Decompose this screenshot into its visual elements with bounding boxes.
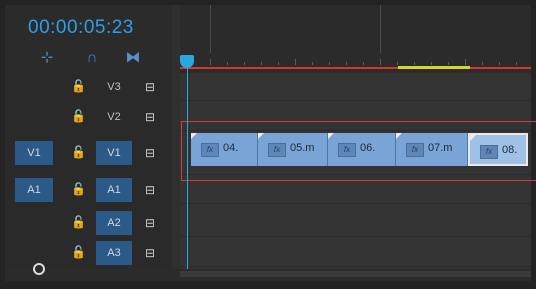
track-headers: 🔓 V3 ⊟ 🔓 V2 ⊟ V1 🔓 V1 ⊟ A1 🔓 A1 ⊟ 🔓 A2 ⊟… [5, 73, 172, 269]
work-area-bar[interactable] [398, 66, 470, 69]
ruler-tick [261, 62, 262, 65]
track-header-a1: A1 🔓 A1 ⊟ [5, 176, 172, 204]
lock-icon[interactable]: 🔓 [71, 245, 86, 259]
ruler-tick [448, 62, 449, 65]
lock-icon[interactable]: 🔓 [71, 79, 86, 93]
track-target-a1[interactable]: A1 [96, 178, 132, 202]
selection-highlight-outline [181, 121, 536, 181]
ruler-tick [363, 62, 364, 65]
track-output-icon[interactable]: ⊟ [145, 146, 155, 160]
track-header-a2: 🔓 A2 ⊟ [5, 209, 172, 237]
track-output-icon[interactable]: ⊟ [145, 183, 155, 197]
ruler-tick [278, 62, 279, 65]
ruler-tick [482, 62, 483, 65]
lock-icon[interactable]: 🔓 [71, 109, 86, 123]
track-lane-a3[interactable] [180, 239, 531, 267]
snap-tool-icon[interactable]: ⊹ [37, 49, 57, 67]
ruler-tick [516, 62, 517, 65]
timeline-header: 00:00:05:23 ⊹ ∩ ⧓ [5, 5, 172, 73]
ruler-tick [244, 62, 245, 65]
lock-icon[interactable]: 🔓 [71, 215, 86, 229]
ruler-major-tick [380, 5, 381, 53]
track-target-v2[interactable]: V2 [96, 105, 132, 129]
track-output-icon[interactable]: ⊟ [145, 80, 155, 94]
source-patch-a1[interactable]: A1 [15, 178, 53, 202]
ruler-tick [431, 62, 432, 65]
track-output-icon[interactable]: ⊟ [145, 110, 155, 124]
timeline-panel: 00:00:05:23 ⊹ ∩ ⧓ 🔓 V3 ⊟ 🔓 V2 ⊟ V1 🔓 V1 … [5, 5, 536, 281]
track-output-icon[interactable]: ⊟ [145, 216, 155, 230]
lock-icon[interactable]: 🔓 [71, 182, 86, 196]
track-target-v1[interactable]: V1 [96, 141, 132, 165]
zoom-slider-knob[interactable] [33, 263, 45, 275]
track-target-a2[interactable]: A2 [96, 211, 132, 235]
ruler-tick [329, 62, 330, 65]
in-out-range-bar[interactable] [180, 67, 531, 69]
ruler-tick [397, 62, 398, 65]
ruler-tick [210, 59, 211, 65]
time-ruler[interactable] [180, 5, 531, 73]
ruler-tick [414, 62, 415, 65]
ruler-tick [499, 62, 500, 65]
track-header-v1: V1 🔓 V1 ⊟ [5, 139, 172, 167]
lock-icon[interactable]: 🔓 [71, 145, 86, 159]
track-header-v2: 🔓 V2 ⊟ [5, 103, 172, 131]
ruler-tick [465, 59, 466, 65]
linked-selection-icon[interactable]: ⧓ [123, 49, 143, 67]
track-lane-a2[interactable] [180, 209, 531, 237]
ruler-tick [380, 59, 381, 65]
track-lane-v3[interactable] [180, 73, 531, 101]
track-header-v3: 🔓 V3 ⊟ [5, 73, 172, 101]
magnet-icon[interactable]: ∩ [82, 49, 102, 67]
ruler-tick [227, 62, 228, 65]
track-output-icon[interactable]: ⊟ [145, 246, 155, 260]
horizontal-scrollbar[interactable] [180, 271, 531, 277]
track-target-v3[interactable]: V3 [96, 75, 132, 99]
playhead-line[interactable] [187, 57, 188, 278]
ruler-major-tick [210, 5, 211, 53]
playhead-timecode[interactable]: 00:00:05:23 [28, 17, 134, 39]
ruler-tick [346, 62, 347, 65]
ruler-tick [295, 59, 296, 65]
source-patch-v1[interactable]: V1 [15, 141, 53, 165]
premiere-timeline-panel: 00:00:05:23 ⊹ ∩ ⧓ 🔓 V3 ⊟ 🔓 V2 ⊟ V1 🔓 V1 … [0, 0, 536, 289]
ruler-tick [312, 62, 313, 65]
track-header-a3: 🔓 A3 ⊟ [5, 239, 172, 267]
track-target-a3[interactable]: A3 [96, 241, 132, 265]
